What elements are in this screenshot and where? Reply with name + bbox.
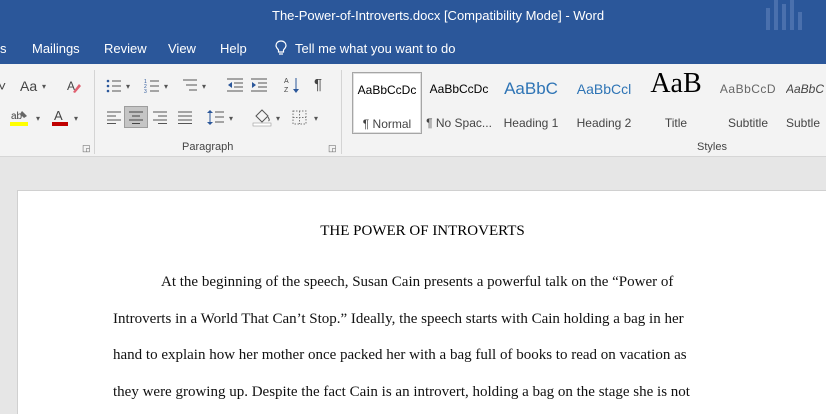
font-color-dropdown-icon[interactable]: ▾: [74, 114, 78, 123]
lightbulb-icon: [275, 40, 287, 55]
highlight-dropdown-icon[interactable]: ▾: [36, 114, 40, 123]
multilevel-list-icon[interactable]: [182, 78, 198, 93]
svg-text:A: A: [284, 78, 289, 85]
tab-view[interactable]: View: [168, 41, 196, 56]
decorative-bars-icon: [764, 0, 808, 30]
align-left-icon[interactable]: [106, 111, 122, 124]
style-name: ¶ No Spac...: [426, 116, 492, 130]
document-line: they were growing up. Despite the fact C…: [113, 384, 690, 400]
line-spacing-icon[interactable]: [207, 109, 225, 126]
increase-indent-icon[interactable]: [250, 78, 268, 92]
svg-text:3: 3: [144, 89, 147, 93]
multilevel-dropdown-icon[interactable]: ▾: [202, 82, 206, 91]
style-no-spacing[interactable]: AaBbCcDc ¶ No Spac...: [424, 72, 494, 134]
numbering-dropdown-icon[interactable]: ▾: [164, 82, 168, 91]
align-right-icon[interactable]: [152, 111, 168, 124]
style-name: Title: [664, 116, 688, 130]
font-dialog-launcher-icon[interactable]: ◲: [82, 143, 91, 154]
svg-text:A: A: [67, 79, 75, 93]
align-center-button[interactable]: [124, 106, 148, 128]
document-line: hand to explain how her mother once pack…: [113, 347, 687, 363]
bullets-dropdown-icon[interactable]: ▾: [126, 82, 130, 91]
style-sample: AaBbCcl: [576, 81, 632, 97]
highlight-color-icon[interactable]: ab: [10, 109, 30, 127]
borders-icon[interactable]: [292, 110, 307, 125]
change-case-dropdown-icon[interactable]: ▾: [42, 82, 46, 91]
align-center-icon: [129, 111, 143, 124]
style-name: ¶ Normal: [362, 117, 412, 131]
style-heading-1[interactable]: AaBbC Heading 1: [496, 72, 566, 134]
sort-icon[interactable]: AZ: [284, 76, 300, 94]
document-line: At the beginning of the speech, Susan Ca…: [161, 274, 674, 290]
tab-mailings[interactable]: Mailings: [32, 41, 80, 56]
font-dropdown-icon[interactable]: ˅: [0, 78, 6, 94]
document-title: THE POWER OF INTROVERTS: [320, 223, 525, 239]
paragraph-group-label: Paragraph: [182, 141, 234, 153]
group-separator: [341, 70, 342, 154]
styles-gallery: AaBbCcDc ¶ Normal AaBbCcDc ¶ No Spac... …: [352, 68, 826, 134]
document-line: Introverts in a World That Can’t Stop.” …: [113, 311, 684, 327]
svg-text:A: A: [54, 108, 63, 123]
style-sample: AaBbCcDc: [357, 83, 417, 97]
style-sample: AaB: [650, 68, 702, 99]
style-name: Subtitle: [727, 116, 769, 130]
styles-group-label: Styles: [697, 141, 727, 153]
style-subtle-emphasis[interactable]: AaBbC Subtle: [786, 72, 826, 134]
svg-text:Z: Z: [284, 87, 289, 94]
title-bar: The-Power-of-Introverts.docx [Compatibil…: [0, 0, 826, 34]
svg-text:ab: ab: [11, 111, 23, 122]
ribbon-tabs: s Mailings Review View Help Tell me what…: [0, 34, 826, 64]
paragraph-dialog-launcher-icon[interactable]: ◲: [328, 143, 337, 154]
style-title[interactable]: AaB Title: [642, 68, 710, 134]
style-normal[interactable]: AaBbCcDc ¶ Normal: [352, 72, 422, 134]
numbering-icon[interactable]: 123: [144, 78, 160, 93]
bullets-icon[interactable]: [106, 79, 122, 93]
change-case-button[interactable]: Aa: [20, 78, 37, 94]
line-spacing-dropdown-icon[interactable]: ▾: [229, 114, 233, 123]
style-sample: AaBbC: [786, 82, 825, 96]
style-sample: AaBbCcDc: [429, 82, 489, 96]
window-title: The-Power-of-Introverts.docx [Compatibil…: [272, 8, 605, 23]
shading-dropdown-icon[interactable]: ▾: [276, 114, 280, 123]
style-name: Heading 2: [576, 116, 632, 130]
tab-references[interactable]: s: [0, 41, 7, 56]
decrease-indent-icon[interactable]: [226, 78, 244, 92]
tell-me-text: Tell me what you want to do: [295, 40, 456, 56]
style-name: Subtle: [786, 116, 821, 130]
change-case-glyph: Aa: [20, 78, 38, 94]
tab-help[interactable]: Help: [220, 41, 247, 56]
show-formatting-marks-icon[interactable]: ¶: [314, 77, 322, 93]
style-sample: AaBbCcD: [719, 82, 777, 96]
document-page[interactable]: THE POWER OF INTROVERTS At the beginning…: [17, 190, 826, 414]
style-heading-2[interactable]: AaBbCcl Heading 2: [568, 72, 640, 134]
style-sample: AaBbC: [504, 79, 558, 98]
ribbon: ˅ Aa ▾ A ab ▾ A ▾ ◲ ▾ 123 ▾ ▾ AZ ¶ ▾ ▾ ▾…: [0, 64, 826, 157]
shading-icon[interactable]: [252, 108, 272, 127]
tell-me-box[interactable]: Tell me what you want to do: [275, 40, 455, 56]
group-separator: [94, 70, 95, 154]
font-color-icon[interactable]: A: [52, 108, 70, 127]
clear-formatting-icon[interactable]: A: [66, 78, 82, 94]
style-subtitle[interactable]: AaBbCcD Subtitle: [714, 72, 782, 134]
tab-review[interactable]: Review: [104, 41, 147, 56]
justify-icon[interactable]: [177, 111, 193, 124]
borders-dropdown-icon[interactable]: ▾: [314, 114, 318, 123]
style-name: Heading 1: [503, 116, 559, 130]
